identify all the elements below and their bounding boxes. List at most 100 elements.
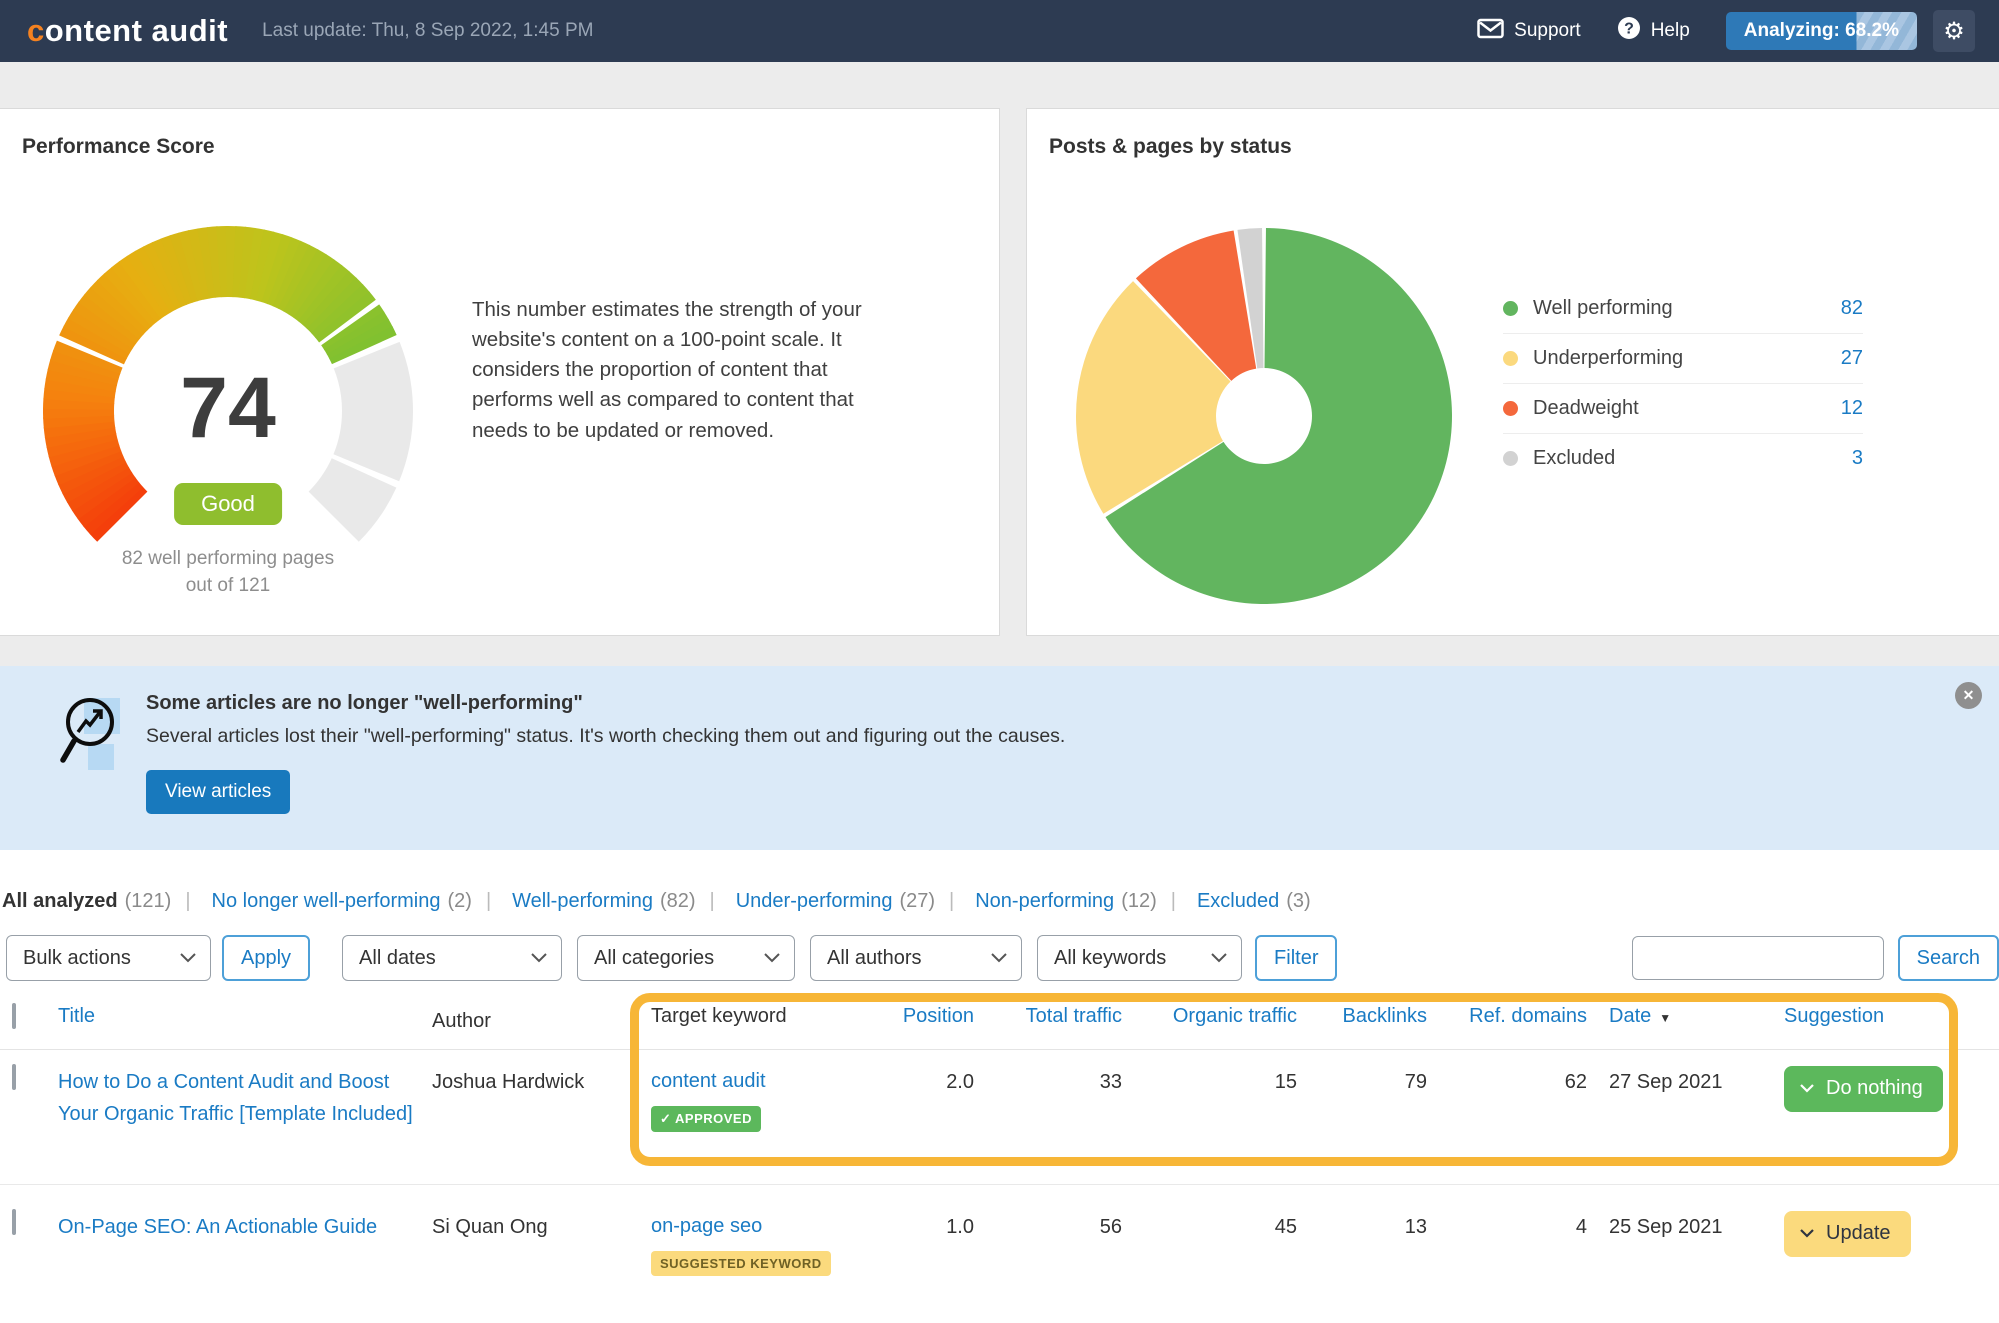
navbar: content audit Last update: Thu, 8 Sep 20… — [0, 0, 1999, 62]
search-input[interactable] — [1631, 936, 1884, 980]
filter-button[interactable]: Filter — [1255, 935, 1338, 981]
close-icon: ✕ — [1962, 687, 1975, 703]
banner-body: Several articles lost their "well-perfor… — [146, 725, 1066, 747]
legend-label: Underperforming — [1533, 347, 1684, 369]
last-update-text: Last update: Thu, 8 Sep 2022, 1:45 PM — [262, 20, 594, 41]
envelope-icon — [1477, 18, 1504, 45]
target-keyword-link[interactable]: content audit — [651, 1070, 766, 1092]
analyzing-progress-button[interactable]: Analyzing: 68.2% — [1726, 12, 1917, 50]
column-header-position[interactable]: Position — [903, 1005, 974, 1027]
article-author: Si Quan Ong — [432, 1216, 548, 1238]
tab-excluded[interactable]: Excluded(3) — [1157, 890, 1311, 913]
legend-row-underperforming[interactable]: Underperforming 27 — [1503, 334, 1863, 384]
tab-under-performing[interactable]: Under-performing(27) — [696, 890, 935, 913]
well-performing-dot-icon — [1503, 301, 1518, 316]
ref-domains-value: 4 — [1575, 1216, 1587, 1238]
all-authors-select[interactable]: All authors — [810, 935, 1023, 981]
search-button[interactable]: Search — [1897, 935, 1999, 981]
legend-value[interactable]: 12 — [1841, 397, 1863, 420]
backlinks-value: 79 — [1404, 1071, 1427, 1093]
column-header-organic-traffic[interactable]: Organic traffic — [1173, 1005, 1297, 1027]
banner-content: Some articles are no longer "well-perfor… — [146, 692, 1065, 814]
legend-row-well-performing[interactable]: Well performing 82 — [1503, 284, 1863, 334]
table-row: On-Page SEO: An Actionable Guide Si Quan… — [0, 1185, 1999, 1323]
status-filter-tabs: All analyzed(121) No longer well-perform… — [0, 890, 1999, 913]
deadweight-dot-icon — [1503, 401, 1518, 416]
apply-button[interactable]: Apply — [222, 935, 311, 981]
notification-banner: Some articles are no longer "well-perfor… — [0, 666, 1999, 850]
legend-value[interactable]: 27 — [1841, 347, 1863, 370]
gauge-score-value: 74 — [180, 360, 276, 456]
sort-desc-icon: ▼ — [1659, 1011, 1672, 1025]
column-header-title[interactable]: Title — [58, 1005, 95, 1027]
all-keywords-select[interactable]: All keywords — [1037, 935, 1243, 981]
total-traffic-value: 33 — [1099, 1071, 1122, 1093]
organic-traffic-value: 15 — [1274, 1071, 1297, 1093]
suggestion-update-button[interactable]: Update — [1784, 1211, 1911, 1257]
legend-value[interactable]: 82 — [1841, 297, 1863, 320]
performance-gauge: 74 Good 82 well performing pages out of … — [0, 201, 460, 641]
tab-all-analyzed[interactable]: All analyzed (121) — [2, 890, 171, 913]
chevron-down-icon — [1800, 1229, 1814, 1238]
article-title-link[interactable]: How to Do a Content Audit and Boost Your… — [58, 1066, 424, 1130]
position-value: 1.0 — [946, 1216, 974, 1238]
organic-traffic-value: 45 — [1274, 1216, 1297, 1238]
column-header-target-keyword: Target keyword — [651, 1005, 787, 1027]
status-panel-title: Posts & pages by status — [1049, 135, 1292, 158]
suggestion-do-nothing-button[interactable]: Do nothing — [1784, 1066, 1943, 1112]
article-title-link[interactable]: On-Page SEO: An Actionable Guide — [58, 1211, 377, 1243]
tab-well-performing[interactable]: Well-performing(82) — [472, 890, 695, 913]
table-toolbar: Bulk actions Apply All dates All categor… — [0, 935, 1999, 981]
settings-button[interactable]: ⚙ — [1933, 10, 1975, 52]
status-donut-chart — [1075, 228, 1452, 604]
gauge-caption: 82 well performing pages out of 121 — [18, 546, 438, 599]
banner-close-button[interactable]: ✕ — [1955, 682, 1982, 709]
legend-row-excluded[interactable]: Excluded 3 — [1503, 434, 1863, 483]
tab-no-longer-well-performing[interactable]: No longer well-performing(2) — [171, 890, 472, 913]
date-value: 25 Sep 2021 — [1609, 1216, 1723, 1238]
logo-rest: ontent audit — [44, 13, 229, 48]
chevron-down-icon — [991, 953, 1007, 963]
banner-title: Some articles are no longer "well-perfor… — [146, 692, 583, 714]
tab-non-performing[interactable]: Non-performing(12) — [935, 890, 1157, 913]
table-header-row: Title Author Target keyword Position Tot… — [0, 999, 1999, 1050]
performance-score-title: Performance Score — [22, 135, 215, 158]
gear-icon: ⚙ — [1943, 17, 1965, 45]
analyzing-label: Analyzing: 68.2% — [1743, 20, 1899, 41]
approved-badge: ✓ APPROVED — [651, 1106, 761, 1132]
select-all-checkbox[interactable] — [12, 1003, 16, 1029]
article-author: Joshua Hardwick — [432, 1071, 585, 1093]
legend-label: Excluded — [1533, 447, 1616, 469]
column-header-backlinks[interactable]: Backlinks — [1343, 1005, 1427, 1027]
date-value: 27 Sep 2021 — [1609, 1071, 1723, 1093]
all-categories-select[interactable]: All categories — [577, 935, 796, 981]
table-row: How to Do a Content Audit and Boost Your… — [0, 1050, 1999, 1185]
ref-domains-value: 62 — [1564, 1071, 1587, 1093]
column-header-total-traffic[interactable]: Total traffic — [1026, 1005, 1122, 1027]
dashboard-panels: Performance Score 74 Good 82 well perfor… — [0, 108, 1999, 636]
support-button[interactable]: Support — [1477, 18, 1581, 45]
chevron-down-icon — [764, 953, 780, 963]
bulk-actions-select[interactable]: Bulk actions — [6, 935, 211, 981]
gauge-caption-line2: out of 121 — [185, 574, 271, 596]
chevron-down-icon — [1211, 953, 1227, 963]
column-header-author: Author — [432, 1010, 491, 1032]
gauge-caption-line1: 82 well performing pages — [121, 548, 335, 569]
view-articles-button[interactable]: View articles — [146, 770, 291, 814]
chevron-down-icon — [180, 953, 196, 963]
performance-score-panel: Performance Score 74 Good 82 well perfor… — [0, 108, 1000, 636]
help-button[interactable]: ? Help — [1617, 16, 1690, 46]
column-header-ref-domains[interactable]: Ref. domains — [1469, 1005, 1587, 1027]
target-keyword-link[interactable]: on-page seo — [651, 1215, 762, 1237]
row-checkbox[interactable] — [12, 1064, 16, 1090]
legend-value[interactable]: 3 — [1852, 447, 1863, 470]
legend-label: Well performing — [1533, 297, 1673, 319]
column-header-date[interactable]: Date — [1609, 1005, 1651, 1027]
help-icon: ? — [1617, 16, 1641, 46]
magnifier-trend-icon — [58, 692, 146, 814]
all-dates-select[interactable]: All dates — [342, 935, 563, 981]
legend-row-deadweight[interactable]: Deadweight 12 — [1503, 384, 1863, 434]
row-checkbox[interactable] — [12, 1209, 16, 1235]
column-header-suggestion[interactable]: Suggestion — [1784, 1005, 1884, 1027]
status-panel: Posts & pages by status Well performing … — [1026, 108, 1999, 636]
